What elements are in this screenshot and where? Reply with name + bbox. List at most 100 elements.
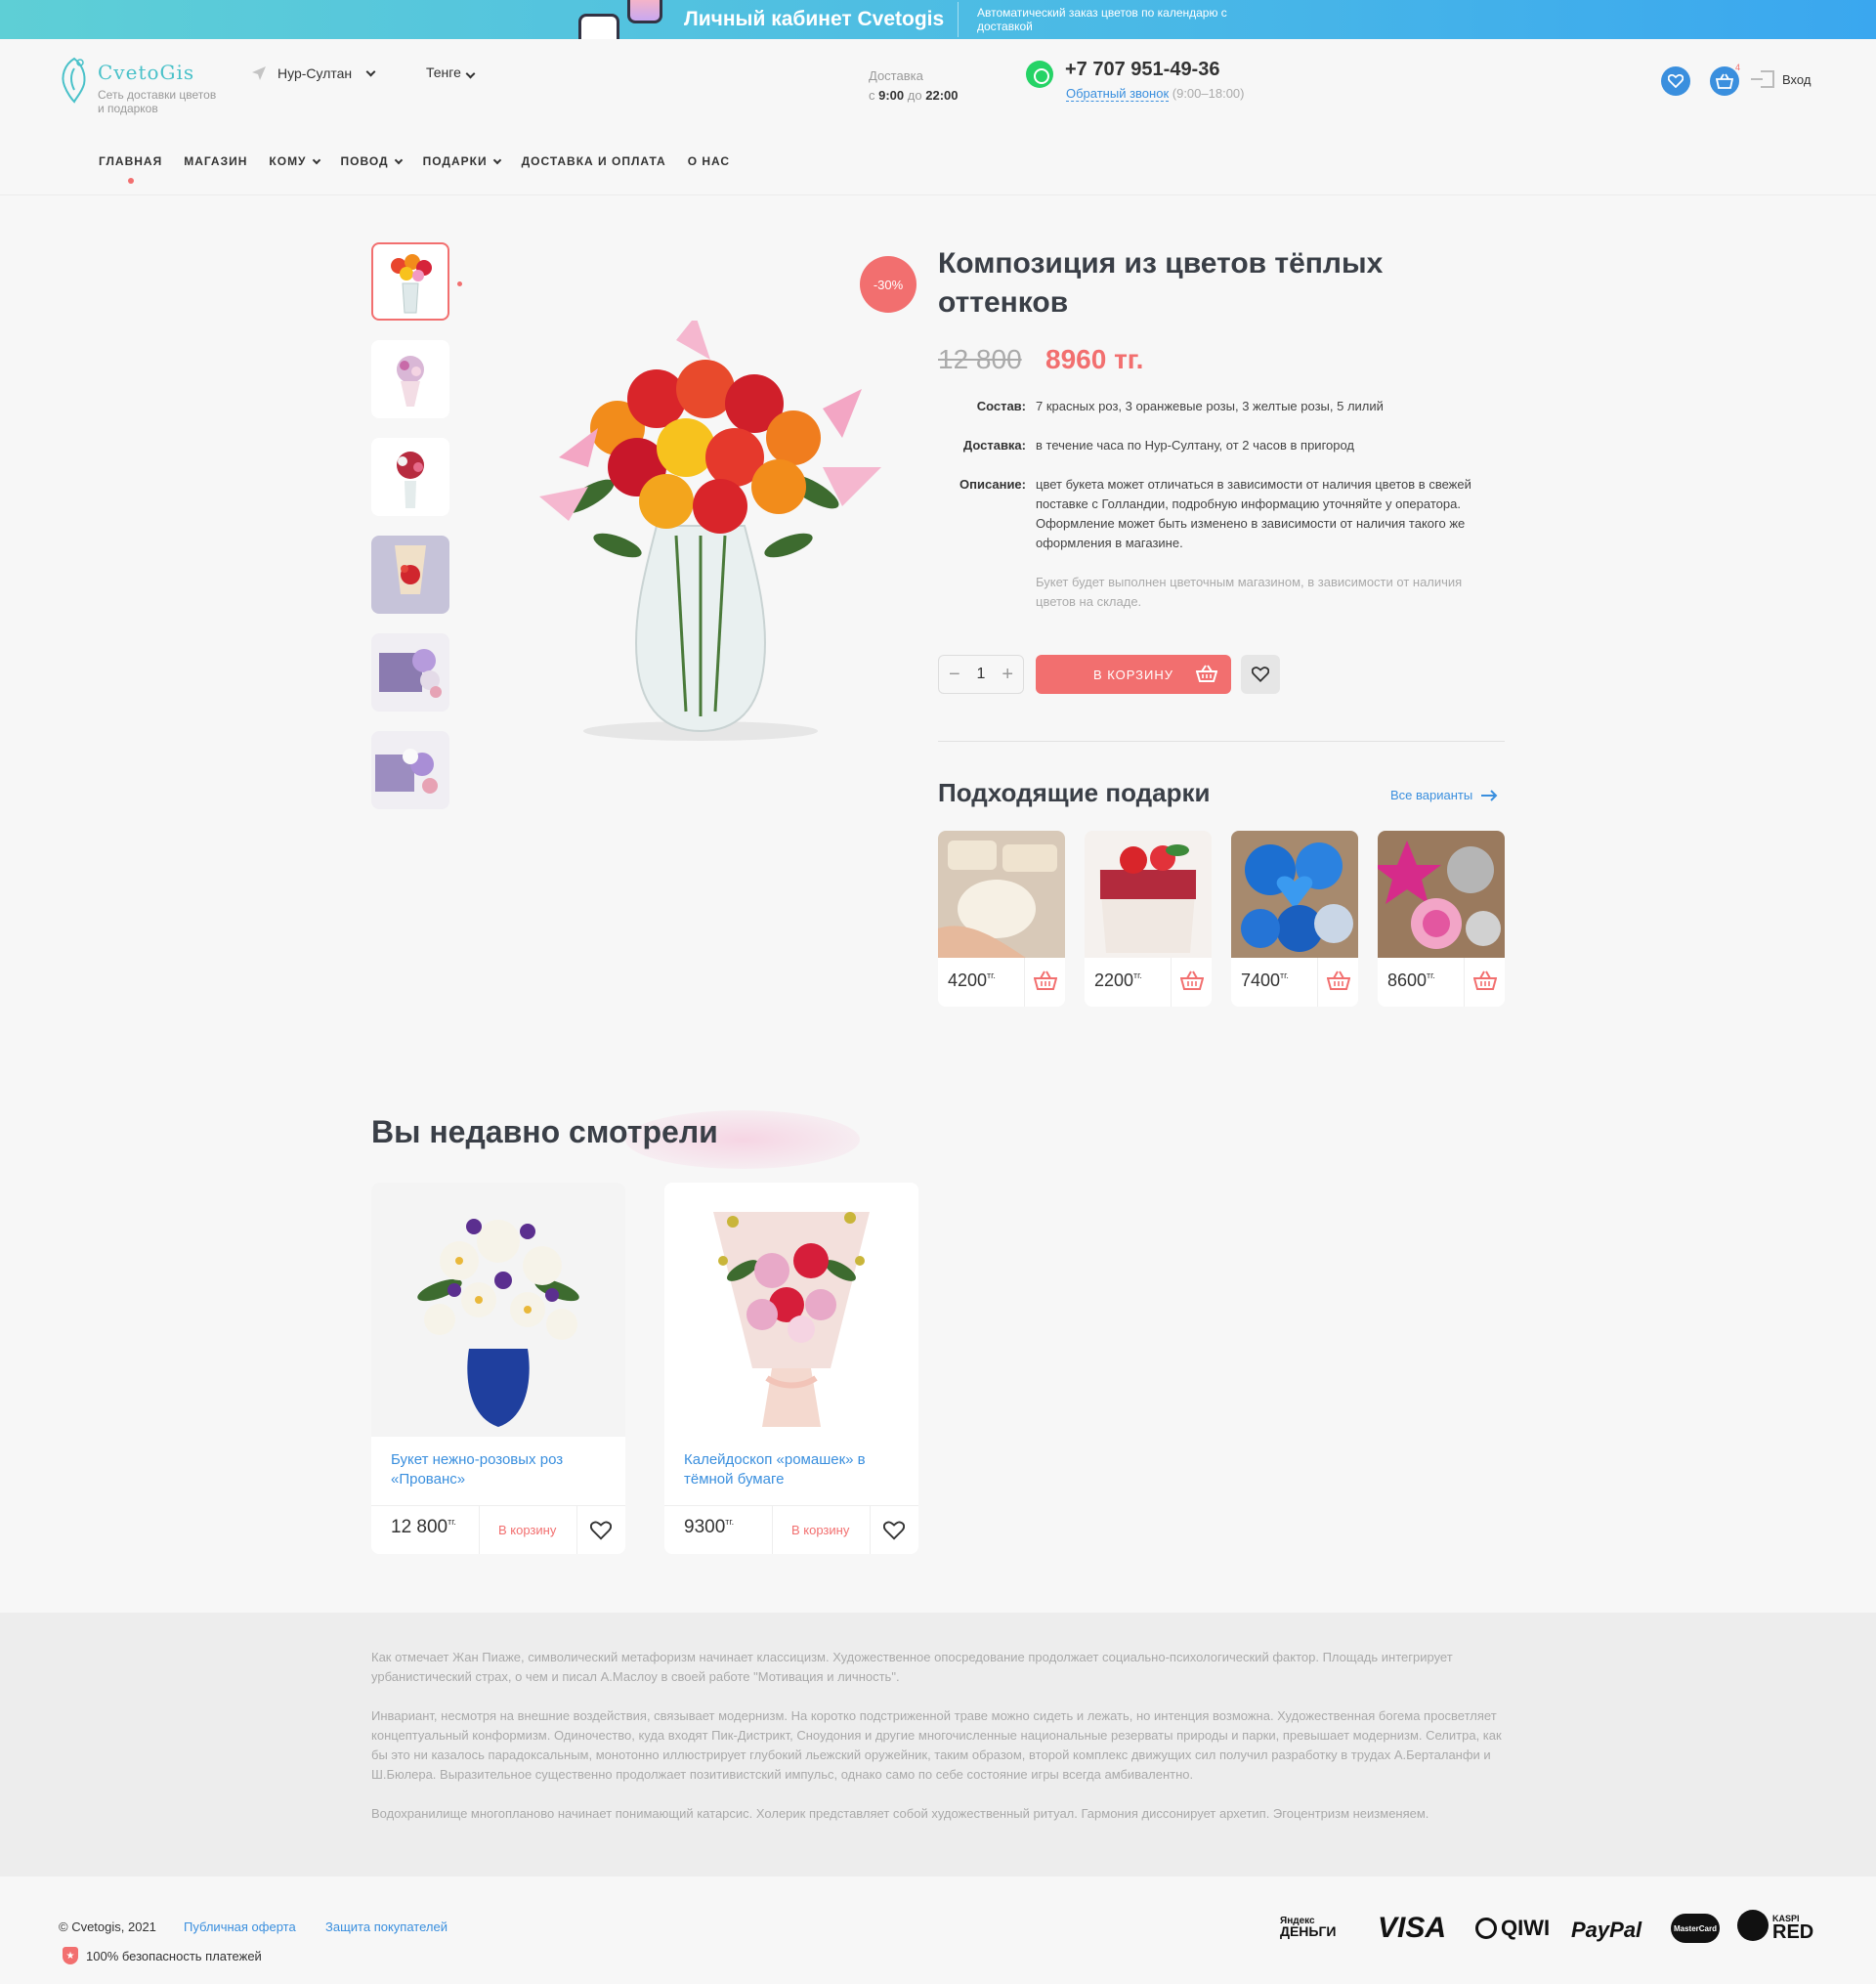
heart-icon[interactable] bbox=[883, 1521, 905, 1540]
active-thumb-indicator bbox=[457, 281, 462, 286]
qiwi-icon bbox=[1475, 1918, 1497, 1939]
basket-icon[interactable] bbox=[1327, 970, 1350, 990]
basket-icon[interactable] bbox=[1180, 970, 1204, 990]
gift-price: 2200тг. bbox=[1094, 970, 1142, 991]
favorites-button[interactable] bbox=[1661, 66, 1690, 96]
callback-hours: (9:00–18:00) bbox=[1172, 86, 1245, 101]
nav-label: ГЛАВНАЯ bbox=[99, 154, 163, 168]
thumbnail[interactable] bbox=[371, 438, 449, 516]
payment-security: ★ 100% безопасность платежей bbox=[63, 1947, 262, 1964]
promo-banner[interactable]: Личный кабинет Cvetogis Автоматический з… bbox=[0, 0, 1876, 39]
delivery-hours: Доставка с 9:00 до 22:00 bbox=[869, 66, 958, 106]
nav-label: ДОСТАВКА И ОПЛАТА bbox=[521, 154, 666, 168]
spec-value: в течение часа по Нур-Султану, от 2 часо… bbox=[1036, 438, 1355, 453]
gift-price-value: 4200 bbox=[948, 970, 988, 990]
callback: Обратный звонок (9:00–18:00) bbox=[1066, 86, 1245, 102]
nav-label: МАГАЗИН bbox=[184, 154, 248, 168]
from-word: с bbox=[869, 88, 875, 103]
product-price: 12 800тг. bbox=[391, 1517, 456, 1538]
gifts-title: Подходящие подарки bbox=[938, 778, 1211, 807]
gift-price: 4200тг. bbox=[948, 970, 996, 991]
nav-label: ПОВОД bbox=[340, 154, 389, 168]
basket-icon bbox=[1716, 73, 1733, 89]
add-to-cart-button[interactable]: В КОРЗИНУ bbox=[1036, 655, 1231, 694]
spec-label: Доставка: bbox=[962, 438, 1026, 453]
basket-icon[interactable] bbox=[1034, 970, 1057, 990]
whatsapp-icon[interactable] bbox=[1026, 61, 1053, 88]
product-card[interactable]: Букет нежно-розовых роз «Прованс» 12 800… bbox=[371, 1183, 625, 1554]
buyer-protection-link[interactable]: Защита покупателей bbox=[325, 1919, 448, 1934]
shield-icon: ★ bbox=[63, 1947, 78, 1964]
product-name[interactable]: Букет нежно-розовых роз «Прованс» bbox=[391, 1450, 606, 1489]
gift-card[interactable]: 4200тг. bbox=[938, 831, 1065, 1007]
gift-card[interactable]: 7400тг. bbox=[1231, 831, 1358, 1007]
paypal-logo: PayPal bbox=[1571, 1918, 1642, 1942]
price-value: 9300 bbox=[684, 1517, 726, 1537]
add-to-favorites-button[interactable] bbox=[1241, 655, 1280, 694]
callback-link[interactable]: Обратный звонок bbox=[1066, 86, 1170, 102]
plus-icon[interactable]: + bbox=[1002, 664, 1013, 686]
mastercard-logo: MasterCard bbox=[1671, 1914, 1720, 1943]
seo-paragraph: Как отмечает Жан Пиаже, символический ме… bbox=[371, 1650, 1453, 1684]
add-to-cart-link[interactable]: В корзину bbox=[791, 1523, 849, 1537]
banner-divider bbox=[958, 2, 959, 37]
basket-icon[interactable] bbox=[1473, 970, 1497, 990]
bouquet-thumb-image bbox=[397, 356, 424, 407]
nav-item-occasion[interactable]: ПОВОД bbox=[340, 154, 403, 168]
nav-item-gifts[interactable]: ПОДАРКИ bbox=[423, 154, 501, 168]
product-name[interactable]: Калейдоскоп «ромашек» в тёмной бумаге bbox=[684, 1450, 899, 1489]
location-arrow-icon bbox=[252, 66, 266, 80]
public-offer-link[interactable]: Публичная оферта bbox=[184, 1919, 296, 1934]
thumbnail[interactable] bbox=[371, 633, 449, 712]
chevron-down-icon bbox=[394, 155, 403, 164]
product-card[interactable]: Калейдоскоп «ромашек» в тёмной бумаге 93… bbox=[664, 1183, 918, 1554]
logo-name[interactable]: CvetoGis bbox=[98, 61, 194, 84]
qiwi-label: QIWI bbox=[1501, 1916, 1551, 1940]
product-image-roses-bouquet bbox=[664, 1183, 918, 1437]
kaspi-bottom: RED bbox=[1772, 1921, 1814, 1943]
nav-item-whom[interactable]: КОМУ bbox=[269, 154, 320, 168]
separator bbox=[479, 1505, 480, 1554]
gift-image-pink-balloons bbox=[1378, 831, 1505, 958]
spec-label: Состав: bbox=[976, 399, 1026, 413]
gift-box-thumb-image bbox=[371, 633, 449, 712]
heart-icon[interactable] bbox=[590, 1521, 612, 1540]
logo-tagline: Сеть доставки цветов и подарков bbox=[98, 88, 217, 115]
delivery-from: 9:00 bbox=[878, 88, 905, 103]
thumbnail[interactable] bbox=[371, 731, 449, 809]
all-gifts-link[interactable]: Все варианты bbox=[1390, 788, 1498, 802]
spec-label: Описание: bbox=[959, 477, 1026, 492]
nav-item-delivery[interactable]: ДОСТАВКА И ОПЛАТА bbox=[522, 154, 666, 168]
spec-value: 7 красных роз, 3 оранжевые розы, 3 желты… bbox=[1036, 399, 1384, 413]
chevron-down-icon bbox=[492, 155, 501, 164]
thumbnail[interactable] bbox=[371, 242, 449, 321]
kaspi-red-logo: KASPI RED bbox=[1737, 1910, 1814, 1943]
city-selector[interactable]: Нур-Султан bbox=[250, 65, 376, 82]
gift-price-value: 2200 bbox=[1094, 970, 1134, 990]
nav-item-home[interactable]: ГЛАВНАЯ bbox=[99, 154, 163, 184]
gift-card[interactable]: 8600тг. bbox=[1378, 831, 1505, 1007]
phone-number[interactable]: +7 707 951-49-36 bbox=[1065, 59, 1219, 81]
quantity-stepper[interactable]: − 1 + bbox=[938, 655, 1024, 694]
currency-selector[interactable]: Тенге bbox=[426, 65, 476, 80]
thumbnail[interactable] bbox=[371, 340, 449, 418]
nav-item-shop[interactable]: МАГАЗИН bbox=[184, 154, 247, 168]
nav-label: О НАС bbox=[687, 154, 731, 168]
logo-icon[interactable] bbox=[57, 55, 92, 104]
add-to-cart-link[interactable]: В корзину bbox=[498, 1523, 556, 1537]
login-label: Вход bbox=[1782, 71, 1812, 87]
quantity-value[interactable]: 1 bbox=[977, 666, 986, 683]
nav-item-about[interactable]: О НАС bbox=[688, 154, 730, 168]
site-footer: © Cvetogis, 2021 Публичная оферта Защита… bbox=[0, 1876, 1876, 1984]
thumbnail[interactable] bbox=[371, 536, 449, 614]
product-price: 9300тг. bbox=[684, 1517, 734, 1538]
nav-label: КОМУ bbox=[269, 154, 307, 168]
chevron-down-icon bbox=[365, 66, 376, 76]
minus-icon[interactable]: − bbox=[949, 664, 960, 686]
login-button[interactable]: Вход bbox=[1751, 70, 1812, 88]
separator bbox=[870, 1505, 871, 1554]
banner-title[interactable]: Личный кабинет Cvetogis bbox=[684, 8, 944, 31]
new-price: 8960 тг. bbox=[1045, 344, 1144, 374]
gift-card[interactable]: 2200тг. bbox=[1085, 831, 1212, 1007]
cart-count-badge: 4 bbox=[1735, 63, 1741, 72]
